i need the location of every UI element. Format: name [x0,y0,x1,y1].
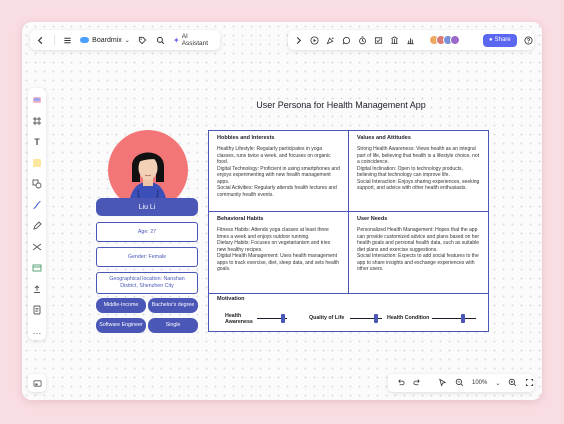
values-title: Values and Attitudes [357,135,411,141]
share-button[interactable]: ● Share [483,33,517,47]
ai-assistant-label: AI Assistant [181,33,209,47]
chevron-down-icon: ⌄ [124,37,130,44]
table-icon[interactable] [31,262,43,274]
minimap-button[interactable] [28,374,46,392]
more-icon[interactable]: … [31,325,43,337]
needs-title: User Needs [357,216,388,222]
cloud-icon [80,37,90,43]
share-label: Share [494,37,511,43]
app-window: Boardmix ⌄ ✦ AI Assistant ● Share T … 10… [22,22,542,400]
behavioral-section: Behavioral Habits Fitness Habits: Attend… [209,212,348,293]
persona-name: Liu Li [96,198,198,216]
needs-body: Personalized Health Management: Hopes th… [357,227,480,273]
sticky-note-icon[interactable] [31,157,43,169]
sparkle-icon: ✦ [173,35,180,45]
fit-screen-icon[interactable] [525,378,534,389]
motivation-level-health-condition [460,314,465,323]
connector-icon[interactable] [31,199,43,211]
motivation-scales: Health Awareness Quality of Life Health … [217,309,477,326]
help-icon[interactable] [524,35,533,45]
zoom-chevron-icon: ⌄ [495,380,501,387]
ai-assistant-button[interactable]: ✦ AI Assistant [173,33,214,47]
redo-icon[interactable] [413,378,422,389]
comment-icon[interactable] [342,35,351,45]
tag-marital-status: Single [148,318,198,333]
timer-icon[interactable] [358,35,367,45]
frame-icon[interactable] [31,115,43,127]
play-icon[interactable] [310,35,319,45]
motivation-label-quality-of-life: Quality of Life [309,315,345,321]
top-right-toolbar: ● Share [288,30,534,50]
zoom-out-icon[interactable] [455,378,464,389]
hobbies-title: Hobbies and Interests [217,135,275,141]
tag-icon[interactable] [138,35,148,45]
vote-icon[interactable] [374,35,383,45]
collaborator-avatars[interactable] [429,35,460,45]
pen-icon[interactable] [31,220,43,232]
back-icon[interactable] [36,35,46,45]
hobbies-body: Healthy Lifestyle: Regularly participate… [217,146,340,198]
motivation-level-quality-of-life [373,314,378,323]
tag-income: Middle-Income [96,298,146,313]
behavioral-body: Fitness Habits: Attends yoga classes at … [217,227,340,273]
motivation-slider-health-condition [432,318,476,319]
persona-location: Geographical location: Nanshan District,… [96,272,198,294]
templates-icon[interactable] [31,94,43,106]
needs-section: User Needs Personalized Health Managemen… [349,212,488,293]
hobbies-section: Hobbies and Interests Healthy Lifestyle:… [209,131,348,211]
shapes-icon[interactable] [31,178,43,190]
motivation-label-health-condition: Health Condition [387,315,430,321]
cursor-icon[interactable] [438,377,447,389]
motivation-label-health-awareness: Health Awareness [225,313,253,326]
tag-education: Bachelor's degree [148,298,198,313]
top-left-toolbar: Boardmix ⌄ ✦ AI Assistant [30,30,220,50]
menu-icon[interactable] [63,35,73,45]
chart-icon[interactable] [406,35,415,45]
behavioral-title: Behavioral Habits [217,216,264,222]
zoom-level[interactable]: 100% [472,380,487,386]
avatar[interactable] [450,35,460,45]
motivation-level-health-awareness [280,314,285,323]
document-icon[interactable] [31,304,43,316]
app-name: Boardmix [92,36,122,44]
motivation-section: Motivation Health Awareness Quality of L… [209,293,488,331]
page-title: User Persona for Health Management App [256,100,426,110]
values-section: Values and Attitudes Strong Health Aware… [349,131,488,211]
bottom-right-toolbar: 100% ⌄ [388,374,534,392]
divider [53,35,55,45]
app-brand[interactable]: Boardmix ⌄ [80,37,130,44]
library-icon[interactable] [390,35,399,45]
values-body: Strong Health Awareness: Views health as… [357,146,480,192]
text-icon[interactable]: T [31,136,43,148]
search-icon[interactable] [155,35,165,45]
persona-gender: Gender: Female [96,247,198,267]
left-toolbar: T … [28,88,46,340]
persona-age: Age: 27 [96,222,198,242]
upload-icon[interactable] [31,283,43,295]
minimap-icon [32,379,42,387]
persona-grid: Hobbies and Interests Healthy Lifestyle:… [208,130,489,332]
mindmap-icon[interactable] [31,241,43,253]
current-user-avatar[interactable] [474,35,476,45]
undo-icon[interactable] [396,378,405,389]
chevron-right-icon[interactable] [294,35,303,45]
tag-occupation: Software Engineer [96,318,146,333]
add-user-icon: ● [489,37,493,43]
zoom-in-icon[interactable] [508,378,517,389]
celebrate-icon[interactable] [326,35,335,45]
motivation-title: Motivation [217,296,245,302]
